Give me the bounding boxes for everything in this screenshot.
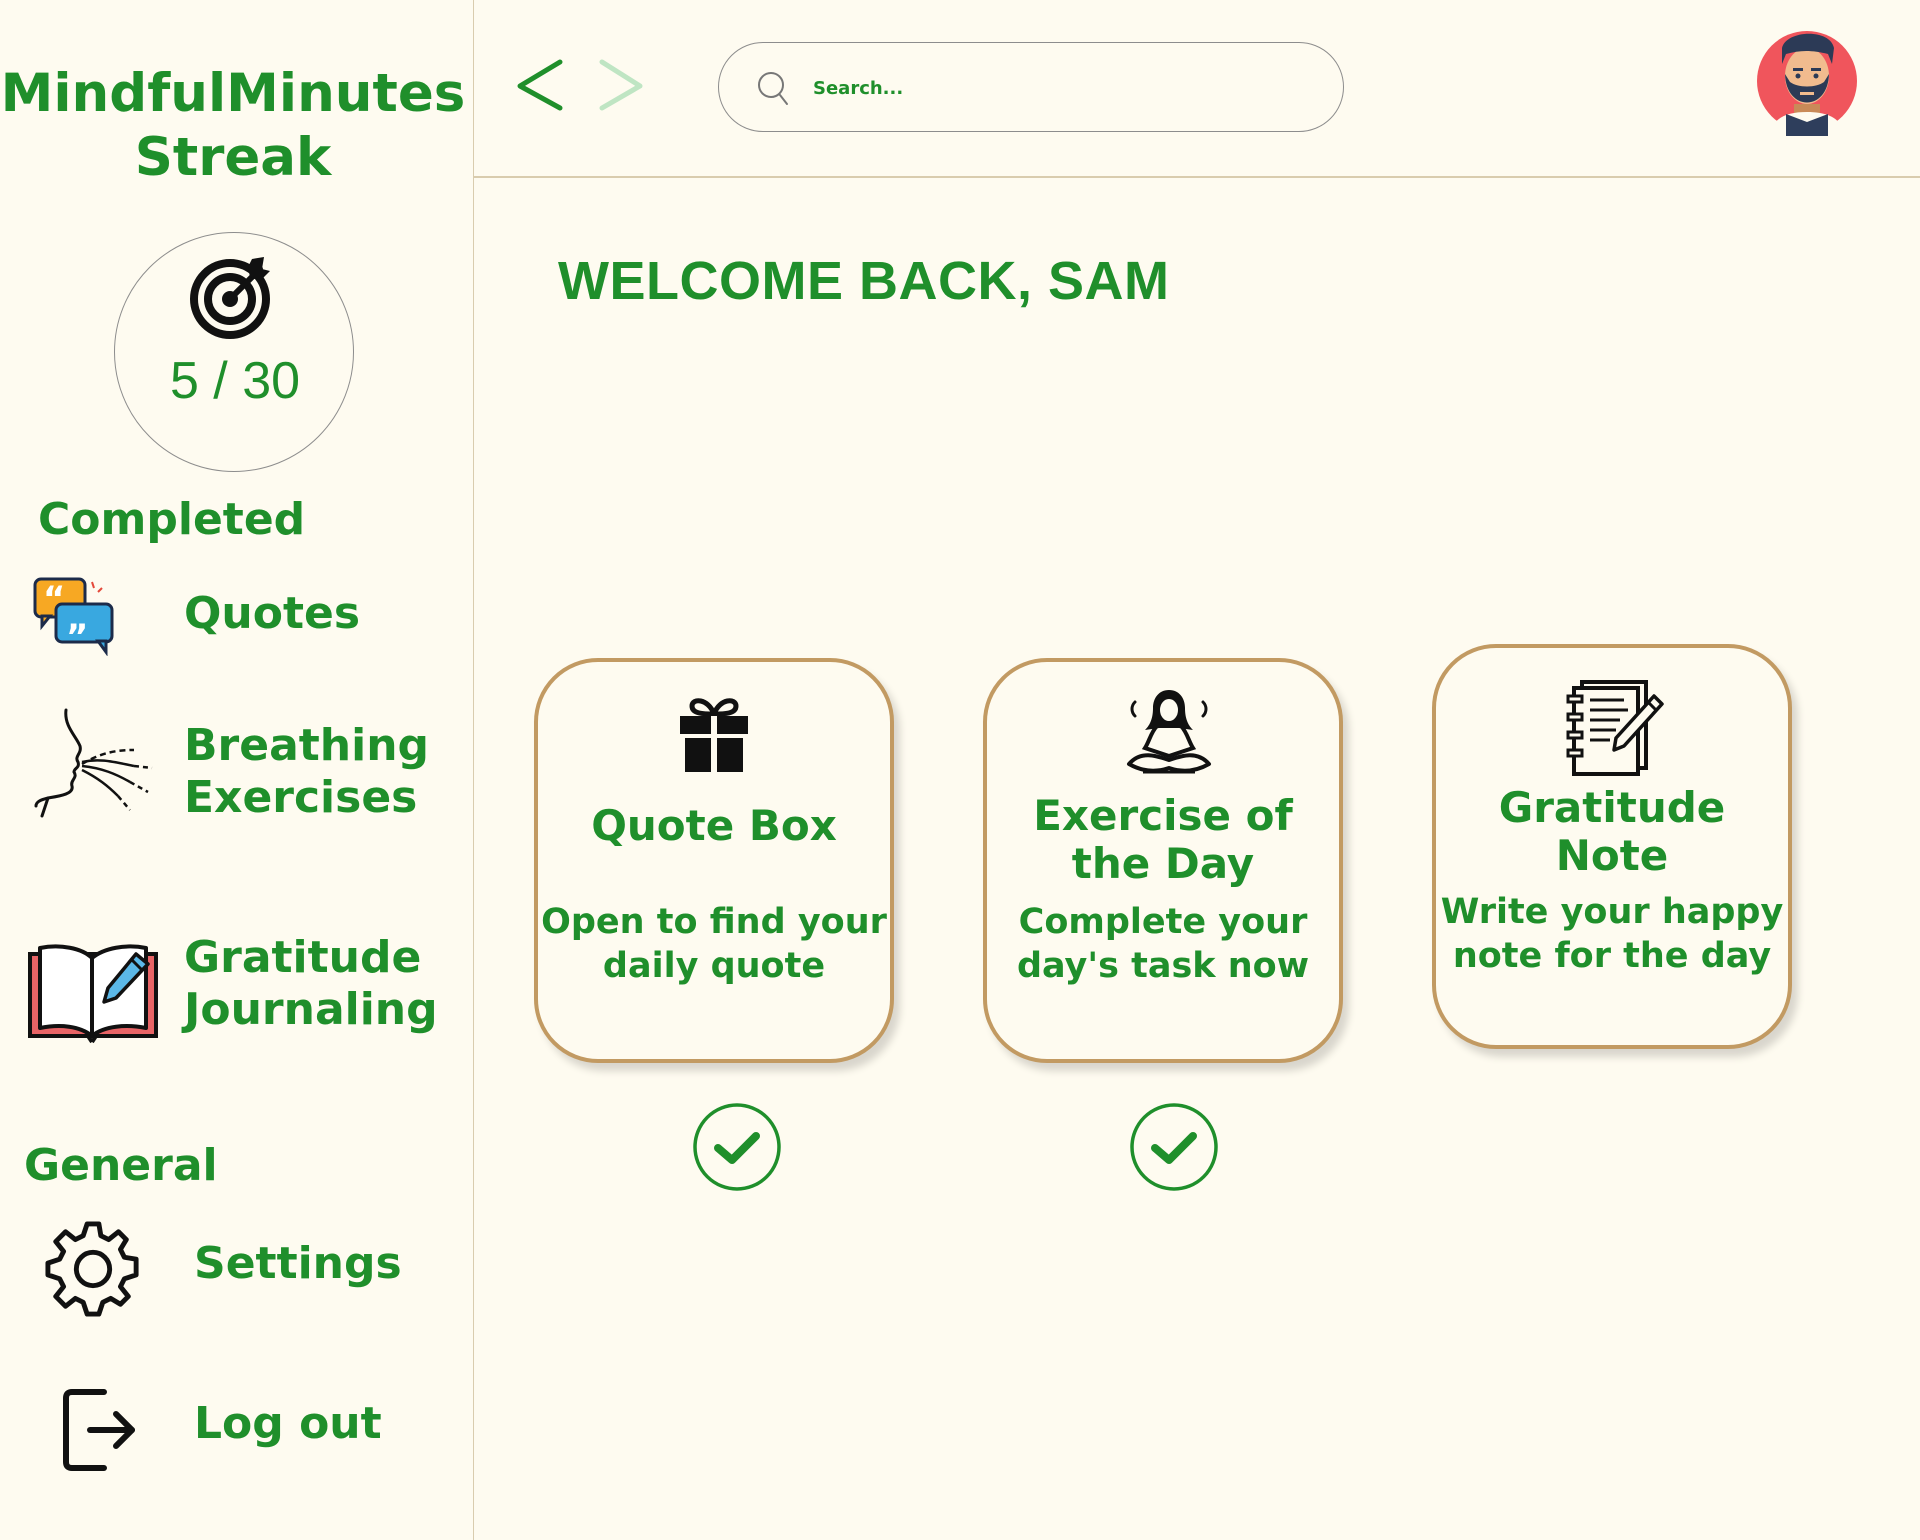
notepad-icon	[1566, 680, 1664, 776]
general-heading: General	[24, 1140, 218, 1191]
card-description: Complete your day's task now	[987, 900, 1339, 988]
label-line1: Gratitude	[184, 932, 422, 983]
sidebar-item-label: Breathing Exercises	[184, 720, 429, 824]
back-arrow-icon[interactable]	[517, 59, 563, 111]
title-line1: Quote Box	[591, 801, 837, 850]
desc-line1: Open to find your	[541, 902, 887, 942]
gift-icon	[680, 698, 748, 772]
title-line2: the Day	[1071, 839, 1255, 888]
card-title: Gratitude Note	[1436, 784, 1788, 880]
sidebar-item-gratitude-journaling[interactable]: Gratitude Journaling	[0, 920, 470, 1050]
app-title: MindfulMinutes Streak	[0, 62, 466, 190]
sidebar-item-settings[interactable]: Settings	[0, 1212, 470, 1322]
title-line1: Gratitude	[1498, 783, 1726, 832]
app-title-line2: Streak	[134, 127, 332, 188]
desc-line2: note for the day	[1452, 936, 1772, 976]
sidebar-item-label: Gratitude Journaling	[184, 932, 438, 1036]
card-description: Write your happy note for the day	[1436, 890, 1788, 978]
title-line2: Note	[1555, 831, 1669, 880]
streak-counter: 5 / 30	[114, 232, 354, 472]
svg-text:”: ”	[66, 617, 88, 656]
search-bar[interactable]	[718, 42, 1344, 132]
avatar[interactable]	[1752, 26, 1862, 136]
exercise-of-the-day-card[interactable]: Exercise of the Day Complete your day's …	[983, 658, 1343, 1063]
desc-line1: Write your happy	[1440, 892, 1784, 932]
sidebar-item-label: Log out	[194, 1398, 382, 1449]
quote-box-card[interactable]: Quote Box Open to find your daily quote	[534, 658, 894, 1063]
quotes-icon: “ ”	[33, 577, 114, 656]
app-title-line1: MindfulMinutes	[0, 63, 466, 124]
card-title: Exercise of the Day	[987, 792, 1339, 888]
search-icon	[758, 72, 788, 105]
card-description: Open to find your daily quote	[538, 900, 890, 988]
journal-icon	[28, 944, 158, 1044]
forward-arrow-icon[interactable]	[599, 59, 643, 111]
exercise-completed-check-icon	[1130, 1103, 1218, 1191]
top-bar	[474, 0, 1920, 178]
nav-arrows	[517, 59, 643, 111]
sidebar-item-breathing-exercises[interactable]: Breathing Exercises	[0, 700, 470, 840]
breathing-icon	[34, 708, 153, 818]
meditation-icon	[1127, 690, 1211, 774]
sidebar-item-quotes[interactable]: “ ” Quotes	[0, 570, 470, 660]
gear-icon	[45, 1221, 139, 1317]
gratitude-note-card[interactable]: Gratitude Note Write your happy note for…	[1432, 644, 1792, 1049]
welcome-heading: WELCOME BACK, SAM	[558, 251, 1170, 311]
desc-line1: Complete your	[1018, 902, 1308, 942]
quote-box-completed-check-icon	[693, 1103, 781, 1191]
target-icon	[190, 257, 270, 339]
desc-line2: day's task now	[1016, 946, 1310, 986]
label-line1: Breathing	[184, 720, 430, 771]
sidebar-item-label: Settings	[194, 1238, 402, 1289]
sidebar-item-label: Quotes	[184, 588, 361, 639]
desc-line2: daily quote	[602, 946, 826, 986]
label-line2: Exercises	[184, 772, 418, 823]
sidebar-item-logout[interactable]: Log out	[0, 1376, 470, 1476]
logout-icon	[63, 1389, 135, 1471]
title-line1: Exercise of	[1033, 791, 1293, 840]
completed-heading: Completed	[38, 494, 306, 545]
streak-count: 5 / 30	[169, 352, 301, 410]
card-title: Quote Box	[538, 802, 890, 850]
sidebar: MindfulMinutes Streak 5 / 30 Completed “…	[0, 0, 474, 1540]
label-line2: Journaling	[184, 984, 438, 1035]
search-input[interactable]	[813, 65, 1293, 111]
